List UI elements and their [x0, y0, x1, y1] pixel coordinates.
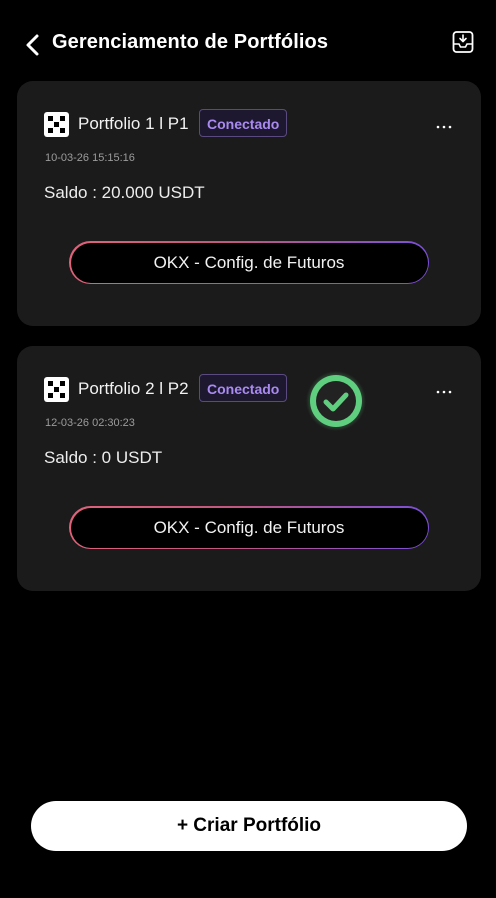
timestamp: 12-03-26 02:30:23	[45, 417, 135, 429]
check-circle-icon	[306, 371, 366, 431]
more-horizontal-icon	[436, 390, 452, 394]
status-badge: Conectado	[199, 374, 288, 402]
okx-logo-icon	[44, 377, 69, 402]
okx-logo-icon	[44, 112, 69, 137]
portfolio-name: Portfolio 1 l P1	[78, 114, 189, 133]
futures-config-button[interactable]: OKX - Config. de Futuros	[69, 506, 429, 549]
portfolio-card: Portfolio 2 l P2 Conectado 12-03-26 02:3…	[17, 346, 481, 591]
back-button[interactable]	[22, 32, 46, 58]
balance: Saldo : 0 USDT	[44, 448, 163, 467]
futures-config-button[interactable]: OKX - Config. de Futuros	[69, 241, 429, 284]
portfolio-name: Portfolio 2 l P2	[78, 379, 189, 398]
chevron-left-icon	[26, 34, 39, 56]
balance: Saldo : 20.000 USDT	[44, 183, 205, 202]
create-portfolio-button[interactable]: + Criar Portfólio	[31, 801, 467, 851]
futures-config-label: OKX - Config. de Futuros	[70, 242, 428, 283]
import-button[interactable]	[451, 29, 475, 55]
tray-download-icon	[452, 31, 474, 53]
portfolio-card: Portfolio 1 l P1 Conectado 10-03-26 15:1…	[17, 81, 481, 326]
page-title: Gerenciamento de Portfólios	[52, 31, 329, 53]
timestamp: 10-03-26 15:15:16	[45, 152, 135, 164]
more-options-button[interactable]	[435, 382, 453, 398]
more-options-button[interactable]	[435, 117, 453, 133]
futures-config-label: OKX - Config. de Futuros	[70, 507, 428, 548]
header: Gerenciamento de Portfólios	[0, 0, 496, 90]
more-horizontal-icon	[436, 125, 452, 129]
status-badge: Conectado	[199, 109, 288, 137]
